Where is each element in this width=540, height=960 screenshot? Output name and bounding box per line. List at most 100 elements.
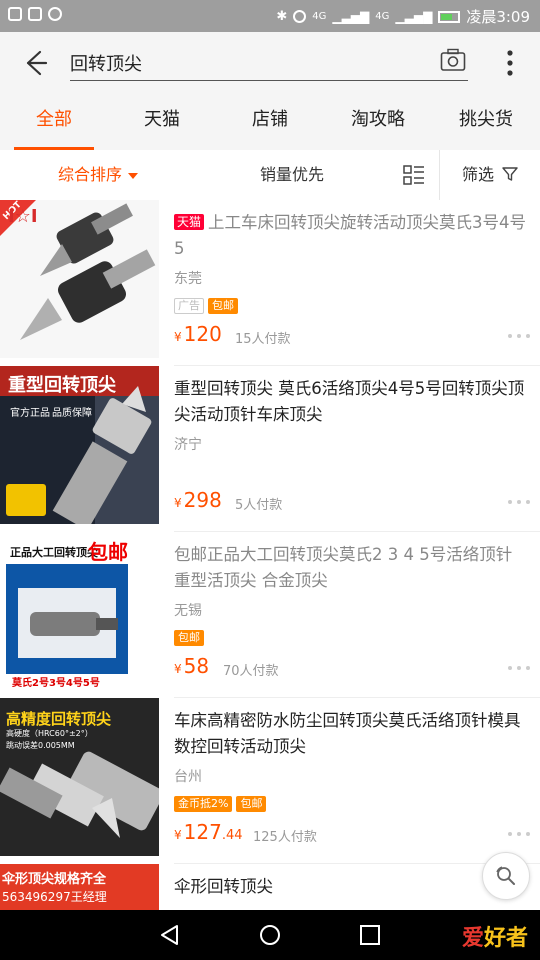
price-value: 298 bbox=[183, 488, 222, 512]
thumb-free-shipping-text: 包邮 bbox=[88, 540, 128, 564]
refresh-search-icon bbox=[496, 866, 515, 885]
signal-2-label: 4G bbox=[375, 11, 390, 22]
thumb-subtext-1: 官方正品 bbox=[10, 408, 50, 419]
tab-all[interactable]: 全部 bbox=[14, 94, 94, 150]
sort-comprehensive-button[interactable]: 综合排序 bbox=[58, 150, 139, 200]
product-item[interactable]: 正品大工回转顶尖 包邮 莫氏2号3号4号5号 包邮正品大工回转顶尖莫氏2 3 4… bbox=[0, 532, 540, 698]
product-price: ¥58 bbox=[174, 654, 209, 678]
price-value: 58 bbox=[183, 654, 210, 678]
product-price: ¥298 bbox=[174, 488, 222, 512]
product-info: 车床高精密防水防尘回转顶尖莫氏活络顶针模具数控回转活动顶尖 台州 金币抵2% 包邮 bbox=[174, 708, 526, 812]
camera-icon[interactable] bbox=[440, 48, 466, 72]
product-item[interactable]: 伞形顶尖规格齐全 563496297王经理 伞形回转顶尖 bbox=[0, 864, 540, 910]
more-actions-icon[interactable] bbox=[508, 832, 530, 838]
product-image[interactable]: 正品大工回转顶尖 包邮 莫氏2号3号4号5号 bbox=[0, 532, 159, 690]
tmall-badge: 天猫 bbox=[174, 214, 205, 230]
product-price: ¥120 bbox=[174, 322, 222, 346]
tab-guides[interactable]: 淘攻略 bbox=[338, 94, 418, 150]
tab-premium[interactable]: 挑尖货 bbox=[446, 94, 526, 150]
battery-icon bbox=[438, 10, 461, 23]
sold-count: 5人付款 bbox=[235, 498, 283, 513]
price-decimal: .44 bbox=[221, 828, 243, 843]
thumb-banner-text: 重型回转顶尖 bbox=[8, 375, 116, 396]
tab-tmall-label: 天猫 bbox=[144, 109, 180, 130]
product-location: 济宁 bbox=[174, 437, 202, 453]
free-shipping-tag: 包邮 bbox=[208, 298, 238, 314]
search-input[interactable]: 回转顶尖 bbox=[70, 46, 468, 81]
tab-shops-label: 店铺 bbox=[252, 109, 288, 130]
free-shipping-tag: 包邮 bbox=[174, 630, 204, 646]
sold-count: 125人付款 bbox=[253, 830, 317, 845]
tab-all-label: 全部 bbox=[36, 109, 72, 130]
product-image[interactable]: 重型回转顶尖 官方正品 品质保障 bbox=[0, 366, 159, 524]
system-nav-bar: 爱好者 bbox=[0, 910, 540, 960]
product-info: 重型回转顶尖 莫氏6活络顶尖4号5号回转顶尖顶尖活动顶针车床顶尖 济宁 bbox=[174, 376, 526, 454]
price-value: 127 bbox=[183, 820, 222, 844]
thumb-banner-text: 正品大工回转顶尖 bbox=[10, 546, 98, 559]
list-view-toggle-icon[interactable] bbox=[403, 165, 425, 185]
product-title[interactable]: 伞形回转顶尖 bbox=[174, 874, 526, 900]
thumb-subtext-1: 高硬度（HRC60°±2°） bbox=[6, 729, 93, 738]
category-tabs: 全部 天猫 店铺 淘攻略 挑尖货 bbox=[0, 94, 540, 151]
currency-symbol: ¥ bbox=[174, 828, 182, 842]
more-actions-icon[interactable] bbox=[508, 666, 530, 672]
product-image[interactable]: 伞形顶尖规格齐全 563496297王经理 bbox=[0, 864, 159, 910]
app-notification-icon bbox=[28, 7, 42, 21]
watermark-logo: 爱好者 bbox=[462, 920, 528, 952]
signal-bars-2-icon: ▁▃▅▇ bbox=[395, 9, 433, 24]
product-item[interactable]: HOT I☆I 天猫 上工车床回转顶尖旋转活动顶尖莫氏3号4号5 东莞 广告 包邮 … bbox=[0, 200, 540, 366]
sort-sales-button[interactable]: 销量优先 bbox=[260, 150, 324, 200]
product-info: 伞形回转顶尖 bbox=[174, 874, 526, 900]
floating-search-button[interactable] bbox=[482, 852, 530, 900]
product-item[interactable]: 高精度回转顶尖 高硬度（HRC60°±2°） 跳动误差0.005MM 车床高精密… bbox=[0, 698, 540, 864]
sold-count: 70人付款 bbox=[223, 664, 279, 679]
circle-notification-icon bbox=[48, 7, 62, 21]
filter-label: 筛选 bbox=[462, 165, 495, 184]
product-price: ¥127.44 bbox=[174, 820, 243, 844]
product-tags: 广告 包邮 bbox=[174, 294, 526, 314]
product-item[interactable]: 重型回转顶尖 官方正品 品质保障 重型回转顶尖 莫氏6活络顶尖4号5号回转顶尖顶… bbox=[0, 366, 540, 532]
product-tags: 包邮 bbox=[174, 626, 526, 646]
product-title[interactable]: 重型回转顶尖 莫氏6活络顶尖4号5号回转顶尖顶尖活动顶针车床顶尖 bbox=[174, 376, 526, 428]
tab-premium-label: 挑尖货 bbox=[459, 109, 513, 130]
search-header: 回转顶尖 bbox=[0, 32, 540, 94]
thumb-banner-text: 伞形顶尖规格齐全 bbox=[2, 872, 107, 887]
tab-tmall[interactable]: 天猫 bbox=[122, 94, 202, 150]
more-actions-icon[interactable] bbox=[508, 334, 530, 340]
filter-button[interactable]: 筛选 bbox=[462, 150, 518, 200]
product-title-text: 上工车床回转顶尖旋转活动顶尖莫氏3号4号5 bbox=[174, 213, 526, 258]
nav-recents-icon[interactable] bbox=[358, 923, 382, 947]
thumb-subtext-2: 品质保障 bbox=[52, 408, 92, 419]
sort-bar: 综合排序 销量优先 筛选 bbox=[0, 150, 540, 201]
more-options-icon[interactable] bbox=[500, 48, 520, 78]
sort-divider bbox=[439, 150, 440, 200]
nav-home-icon[interactable] bbox=[258, 923, 282, 947]
bluetooth-icon: ✱ bbox=[276, 9, 288, 24]
watermark-text-a: 爱 bbox=[461, 926, 484, 951]
free-shipping-tag: 包邮 bbox=[236, 796, 267, 812]
more-actions-icon[interactable] bbox=[508, 500, 530, 506]
product-location: 无锡 bbox=[174, 603, 202, 619]
thumb-subtext-2: 跳动误差0.005MM bbox=[6, 741, 75, 750]
product-tags: 金币抵2% 包邮 bbox=[174, 792, 526, 812]
currency-symbol: ¥ bbox=[174, 330, 182, 344]
ad-tag: 广告 bbox=[174, 298, 204, 314]
sort-sales-label: 销量优先 bbox=[260, 165, 325, 184]
product-image[interactable]: HOT I☆I bbox=[0, 200, 159, 358]
product-title[interactable]: 天猫 上工车床回转顶尖旋转活动顶尖莫氏3号4号5 bbox=[174, 210, 526, 262]
product-image[interactable]: 高精度回转顶尖 高硬度（HRC60°±2°） 跳动误差0.005MM bbox=[0, 698, 159, 856]
watermark-text-b: 好者 bbox=[483, 926, 528, 951]
price-value: 120 bbox=[183, 322, 222, 346]
product-title[interactable]: 包邮正品大工回转顶尖莫氏2 3 4 5号活络顶针重型活顶尖 合金顶尖 bbox=[174, 542, 526, 594]
back-arrow-icon[interactable] bbox=[18, 46, 52, 80]
filter-funnel-icon bbox=[502, 167, 518, 181]
alarm-icon bbox=[293, 10, 307, 23]
brand-mark: I☆I bbox=[8, 206, 38, 227]
tab-guides-label: 淘攻略 bbox=[351, 109, 405, 130]
tab-shops[interactable]: 店铺 bbox=[230, 94, 310, 150]
status-bar: ✱ 4G ▁▃▅▇ 4G ▁▃▅▇ 凌晨3:09 bbox=[0, 0, 540, 32]
nav-back-icon[interactable] bbox=[158, 923, 182, 947]
currency-symbol: ¥ bbox=[174, 496, 182, 510]
product-title[interactable]: 车床高精密防水防尘回转顶尖莫氏活络顶针模具数控回转活动顶尖 bbox=[174, 708, 526, 760]
heart-notification-icon bbox=[8, 7, 22, 21]
